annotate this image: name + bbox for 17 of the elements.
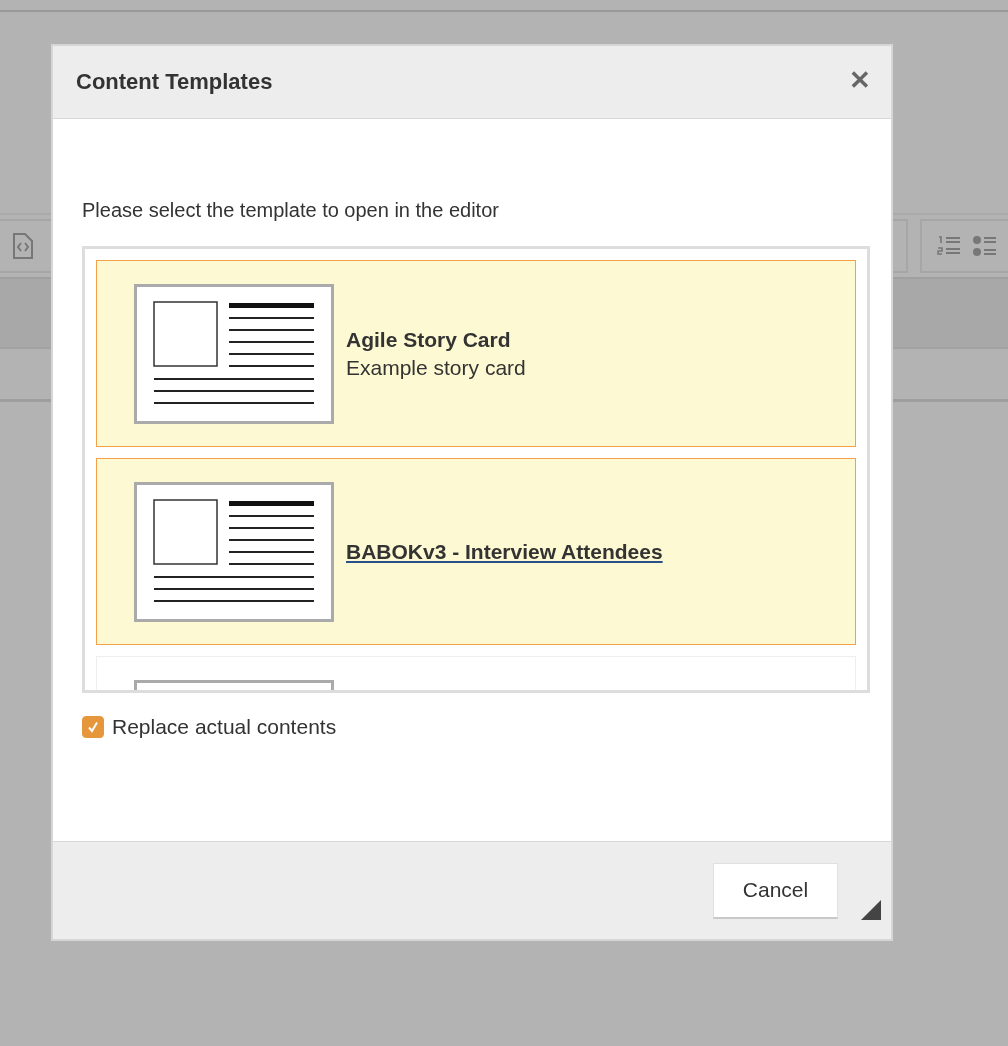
template-item[interactable]: Agile Story Card Example story card (96, 260, 856, 447)
template-item[interactable]: BABOKv3 - Interview Attendees (96, 458, 856, 645)
source-file-icon (12, 232, 34, 260)
bullet-list-icon (972, 234, 996, 258)
checkbox[interactable] (82, 716, 104, 738)
template-title[interactable]: BABOKv3 - Interview Attendees (346, 539, 663, 564)
numbered-list-icon (936, 234, 962, 258)
dialog-title: Content Templates (76, 69, 273, 95)
cancel-button[interactable]: Cancel (713, 862, 838, 919)
template-title[interactable]: Agile Story Card (346, 327, 526, 352)
checkbox-label: Replace actual contents (112, 715, 337, 739)
close-button[interactable]: ✕ (849, 64, 871, 96)
toolbar-button[interactable] (920, 219, 1008, 273)
resize-grip-icon[interactable] (861, 900, 881, 920)
template-description: Example story card (346, 355, 526, 380)
prompt-text: Please select the template to open in the editor (82, 199, 500, 222)
checkmark-icon (86, 720, 100, 734)
